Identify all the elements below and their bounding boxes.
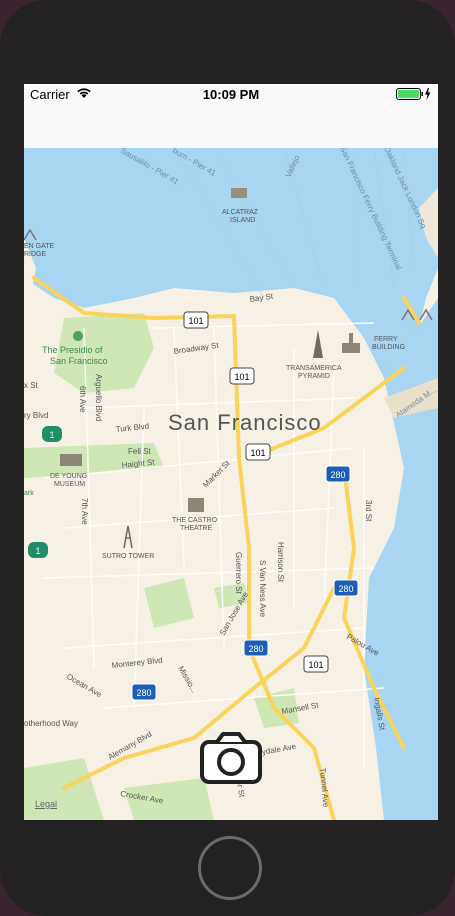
de-young-museum-icon xyxy=(60,454,82,466)
label-deyoung-1: DE YOUNG xyxy=(50,473,87,480)
label-van-ness: S Van Ness Ave xyxy=(258,560,267,618)
navigation-bar xyxy=(24,104,438,148)
map-view[interactable]: 101 101 101 280 280 280 280 101 1 1 San … xyxy=(24,145,438,820)
camera-button[interactable] xyxy=(199,731,263,787)
label-transamerica-1: TRANSAMERICA xyxy=(286,365,342,372)
presidio-pin-icon xyxy=(73,331,83,341)
shield-1-b: 1 xyxy=(35,546,40,556)
shield-101-a: 101 xyxy=(188,316,203,326)
label-sutro: SUTRO TOWER xyxy=(102,553,154,560)
label-presidio-1: The Presidio of xyxy=(42,345,103,355)
shield-280-a: 280 xyxy=(330,470,345,480)
label-fell: Fell St xyxy=(128,447,151,456)
home-button[interactable] xyxy=(198,836,262,900)
shield-101-b: 101 xyxy=(234,372,249,382)
label-harrison: Harrison St xyxy=(276,542,285,583)
charging-bolt-icon xyxy=(425,88,431,100)
camera-icon xyxy=(200,732,262,784)
status-bar: Carrier 10:09 PM xyxy=(24,84,438,104)
label-x-st: x St xyxy=(24,381,39,390)
label-ry-blvd: ry Blvd xyxy=(24,411,48,420)
shield-101-d: 101 xyxy=(308,660,323,670)
label-alcatraz-2: ISLAND xyxy=(230,217,255,224)
label-third: 3rd St xyxy=(364,500,373,522)
label-sixth: 6th Ave xyxy=(78,386,87,413)
battery-icon xyxy=(396,88,431,100)
label-castro-2: THEATRE xyxy=(180,525,212,532)
shield-1-a: 1 xyxy=(49,430,54,440)
label-otherhood: otherhood Way xyxy=(24,719,78,728)
shield-280-d: 280 xyxy=(136,688,151,698)
label-arguello: Arguello Blvd xyxy=(94,374,103,421)
label-alcatraz-1: ALCATRAZ xyxy=(222,209,259,216)
label-seventh: 7th Ave xyxy=(80,498,89,525)
legal-link[interactable]: Legal xyxy=(35,799,57,809)
shield-101-c: 101 xyxy=(250,448,265,458)
label-guerrero: Guerrero St xyxy=(234,552,243,595)
label-ferry-1: FERRY xyxy=(374,336,398,343)
label-deyoung-2: MUSEUM xyxy=(54,481,85,488)
shield-280-b: 280 xyxy=(338,584,353,594)
castro-theatre-icon xyxy=(188,498,204,512)
app-screen: Carrier 10:09 PM 101 101 101 280 280 280… xyxy=(24,84,438,820)
city-label: San Francisco xyxy=(168,410,322,435)
label-transamerica-2: PYRAMID xyxy=(298,373,330,380)
label-gate-2: RIDGE xyxy=(24,251,47,258)
alcatraz-landmark xyxy=(231,188,247,198)
label-presidio-2: San Francisco xyxy=(50,356,108,366)
label-ferry-2: BUILDING xyxy=(372,344,405,351)
label-castro-1: THE CASTRO xyxy=(172,517,218,524)
label-gate-1: EN GATE xyxy=(24,243,55,250)
shield-280-c: 280 xyxy=(248,644,263,654)
clock: 10:09 PM xyxy=(202,87,260,102)
phone-frame: Carrier 10:09 PM 101 101 101 280 280 280… xyxy=(0,0,455,916)
map-canvas[interactable]: 101 101 101 280 280 280 280 101 1 1 San … xyxy=(24,145,438,820)
label-park: ark xyxy=(24,490,34,497)
